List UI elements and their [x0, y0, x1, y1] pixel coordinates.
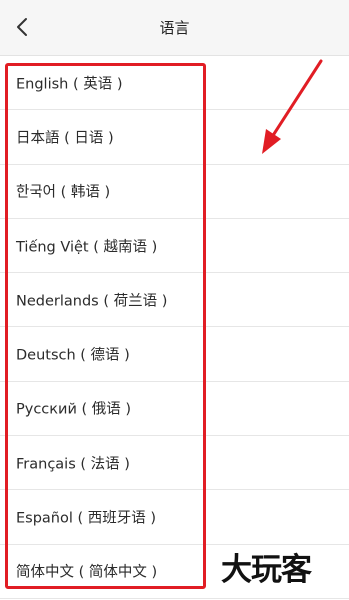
- language-label: Français ( 法语 ): [16, 456, 130, 473]
- language-label: 简体中文 ( 简体中文 ): [16, 564, 158, 581]
- language-label: Español ( 西班牙语 ): [16, 510, 157, 527]
- language-option-english[interactable]: English ( 英语 ): [0, 56, 349, 111]
- language-option-korean[interactable]: 한국어 ( 韩语 ): [0, 165, 349, 219]
- language-option-vietnamese[interactable]: Tiếng Việt ( 越南语 ): [0, 219, 349, 274]
- language-option-spanish[interactable]: Español ( 西班牙语 ): [0, 490, 349, 545]
- language-label: Русский ( 俄语 ): [16, 401, 132, 418]
- language-option-dutch[interactable]: Nederlands ( 荷兰语 ): [0, 273, 349, 328]
- language-settings-screen: 语言 English ( 英语 ) 日本語 ( 日语 ) 한국어 ( 韩语 ) …: [0, 0, 349, 600]
- language-option-french[interactable]: Français ( 法语 ): [0, 436, 349, 491]
- watermark-logo: 大玩客: [221, 552, 312, 588]
- page-title: 语言: [159, 19, 190, 37]
- language-option-russian[interactable]: Русский ( 俄语 ): [0, 382, 349, 437]
- language-label: 日本語 ( 日语 ): [16, 130, 114, 147]
- language-option-japanese[interactable]: 日本語 ( 日语 ): [0, 110, 349, 165]
- language-label: Nederlands ( 荷兰语 ): [16, 293, 168, 310]
- top-bar: 语言: [0, 0, 349, 56]
- language-label: English ( 英语 ): [16, 76, 123, 93]
- language-label: Tiếng Việt ( 越南语 ): [16, 239, 158, 256]
- language-label: 한국어 ( 韩语 ): [16, 184, 111, 201]
- language-list: English ( 英语 ) 日本語 ( 日语 ) 한국어 ( 韩语 ) Tiế…: [0, 56, 349, 599]
- language-label: Deutsch ( 德语 ): [16, 347, 130, 364]
- language-option-german[interactable]: Deutsch ( 德语 ): [0, 327, 349, 382]
